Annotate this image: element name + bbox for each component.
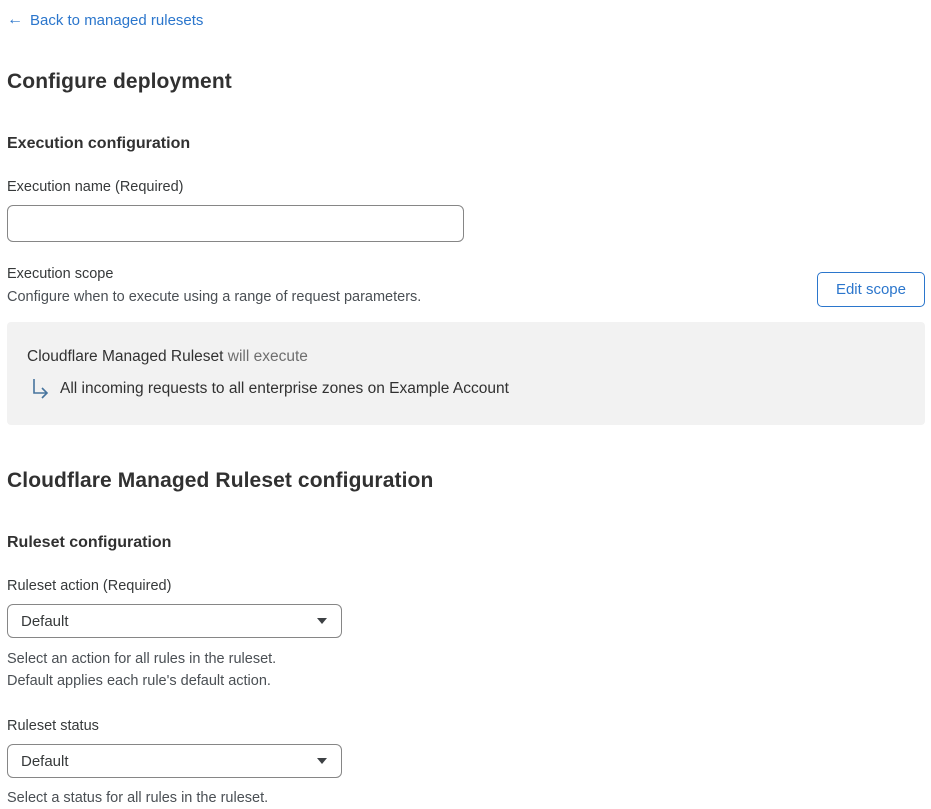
chevron-down-icon [317, 618, 327, 624]
execution-name-label: Execution name (Required) [7, 179, 184, 195]
configure-deployment-page: ← Back to managed rulesets Configure dep… [0, 0, 925, 809]
page-title: Configure deployment [7, 70, 232, 93]
ruleset-action-help-line2: Default applies each rule's default acti… [7, 673, 271, 689]
chevron-down-icon [317, 758, 327, 764]
execution-scope-row: Execution scope Configure when to execut… [7, 266, 925, 307]
scope-summary-detail: All incoming requests to all enterprise … [27, 378, 905, 400]
ruleset-status-help-line1: Select a status for all rules in the rul… [7, 790, 269, 806]
execution-name-input[interactable] [7, 205, 464, 242]
scope-detail-text: All incoming requests to all enterprise … [60, 380, 509, 397]
branch-arrow-icon [31, 378, 51, 400]
ruleset-action-help-line1: Select an action for all rules in the ru… [7, 651, 277, 667]
execution-configuration-heading: Execution configuration [7, 135, 191, 152]
execution-scope-description: Configure when to execute using a range … [7, 289, 422, 305]
execution-scope-label: Execution scope [7, 266, 114, 282]
scope-summary-headline: Cloudflare Managed Ruleset will execute [27, 348, 905, 366]
scope-will-execute-text: will execute [223, 348, 308, 365]
ruleset-action-selected-value: Default [21, 612, 69, 630]
ruleset-action-select[interactable]: Default [7, 604, 342, 638]
ruleset-status-label: Ruleset status [7, 718, 99, 734]
back-link-label: Back to managed rulesets [30, 11, 204, 29]
ruleset-action-label: Ruleset action (Required) [7, 578, 172, 594]
back-to-managed-rulesets-link[interactable]: ← Back to managed rulesets [7, 12, 203, 29]
ruleset-action-help: Select an action for all rules in the ru… [7, 648, 925, 692]
execution-scope-text: Execution scope Configure when to execut… [7, 266, 421, 305]
ruleset-status-select[interactable]: Default [7, 744, 342, 778]
scope-summary-box: Cloudflare Managed Ruleset will execute … [7, 322, 925, 425]
scope-ruleset-name: Cloudflare Managed Ruleset [27, 348, 224, 365]
ruleset-configuration-page-heading: Cloudflare Managed Ruleset configuration [7, 469, 434, 492]
ruleset-status-help: Select a status for all rules in the rul… [7, 787, 925, 809]
edit-scope-button[interactable]: Edit scope [816, 272, 925, 307]
ruleset-configuration-subheading: Ruleset configuration [7, 534, 172, 551]
back-arrow-icon: ← [7, 11, 23, 28]
ruleset-status-selected-value: Default [21, 752, 69, 770]
